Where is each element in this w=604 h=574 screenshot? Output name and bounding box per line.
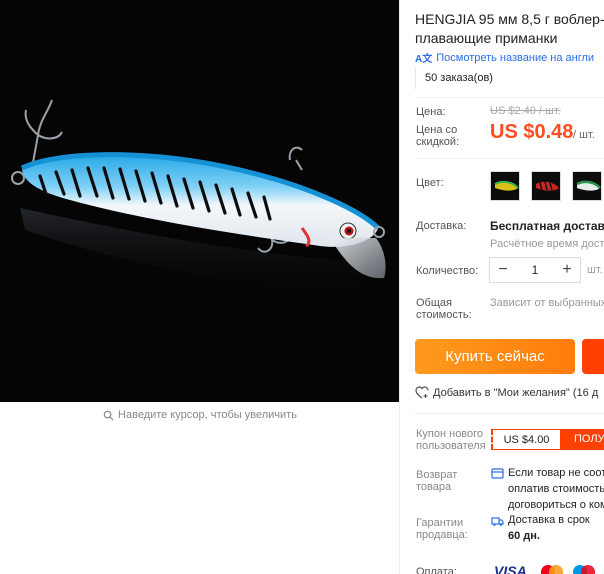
get-coupon-button[interactable]: ПОЛУ: [561, 429, 604, 450]
quantity-label: Количество:: [416, 265, 479, 277]
color-swatch-2[interactable]: [531, 171, 561, 201]
divider: [415, 413, 604, 414]
zoom-hint-text: Наведите курсор, чтобы увеличить: [118, 409, 297, 421]
price-unit: / шт.: [573, 129, 595, 141]
price-label: Цена:: [416, 106, 446, 118]
returns-text-line3: договориться о ком: [508, 499, 604, 511]
return-box-icon: [491, 468, 504, 479]
quantity-decrease-button[interactable]: −: [490, 258, 516, 282]
lure-thumbnail-icon: [573, 172, 601, 200]
returns-text: Если товар не соот оплатив стоимость дог…: [508, 465, 604, 513]
total-label-line1: Общая: [416, 297, 452, 309]
product-title-line2: плавающие приманки: [415, 30, 558, 46]
color-label: Цвет:: [416, 177, 444, 189]
total-value: Зависит от выбранных: [490, 297, 604, 309]
lure-thumbnail-icon: [532, 172, 560, 200]
translate-title-link[interactable]: A文 Посмотреть название на англи: [415, 50, 595, 66]
product-info-panel: HENGJIA 95 мм 8,5 г воблер-ми плавающие …: [400, 0, 604, 574]
product-title: HENGJIA 95 мм 8,5 г воблер-ми плавающие …: [415, 10, 604, 48]
returns-label: Возврат товара: [416, 469, 457, 493]
returns-text-line1: Если товар не соот: [508, 467, 604, 479]
mastercard-icon: [541, 565, 563, 574]
returns-label-line1: Возврат: [416, 469, 458, 481]
translate-link-text: Посмотреть название на англи: [436, 51, 595, 64]
heart-plus-icon: [415, 386, 429, 399]
orders-count: 50 заказа(ов): [415, 67, 604, 89]
divider: [415, 97, 604, 98]
quantity-unit: шт.: [587, 264, 603, 276]
product-main-image[interactable]: [0, 0, 400, 402]
returns-label-line2: товара: [416, 481, 452, 493]
magnifier-icon: [103, 410, 114, 421]
buy-now-button[interactable]: Купить сейчас: [415, 339, 575, 374]
shipping-label: Доставка:: [416, 220, 467, 232]
delivery-truck-icon: [491, 517, 504, 526]
coupon-label-line2: пользователя: [416, 440, 486, 452]
product-title-line1: HENGJIA 95 мм 8,5 г воблер-ми: [415, 11, 604, 27]
zoom-hint: Наведите курсор, чтобы увеличить: [0, 402, 400, 428]
quantity-increase-button[interactable]: +: [554, 258, 580, 282]
divider: [415, 158, 604, 159]
guarantee-days: 60 дн.: [508, 530, 540, 542]
add-to-cart-button[interactable]: [582, 339, 604, 374]
returns-text-line2: оплатив стоимость: [508, 483, 604, 495]
add-to-wishlist-link[interactable]: Добавить в "Мои желания" (16 д: [415, 386, 598, 399]
discount-label-line1: Цена со: [416, 124, 458, 136]
discount-label-line2: скидкой:: [416, 136, 460, 148]
guarantee-label-line1: Гарантии: [416, 517, 464, 529]
color-swatch-3[interactable]: [572, 171, 602, 201]
translate-icon: A文: [415, 54, 433, 65]
total-label-line2: стоимость:: [416, 309, 472, 321]
quantity-input[interactable]: 1: [516, 263, 554, 277]
lure-thumbnail-icon: [491, 172, 519, 200]
fishing-lure-image: [0, 0, 400, 402]
quantity-stepper: − 1 +: [489, 257, 581, 283]
color-swatch-1[interactable]: [490, 171, 520, 201]
guarantee-label: Гарантии продавца:: [416, 517, 468, 541]
maestro-icon: [573, 565, 595, 574]
coupon-amount: US $4.00: [491, 429, 561, 450]
guarantee-text: Доставка в срок: [508, 514, 590, 526]
guarantee-label-line2: продавца:: [416, 529, 468, 541]
shipping-method[interactable]: Бесплатная доставка: [490, 219, 604, 233]
total-label: Общая стоимость:: [416, 297, 472, 321]
coupon-label-line1: Купон нового: [416, 428, 484, 440]
original-price: US $2.40 / шт.: [490, 105, 561, 117]
wishlist-text: Добавить в "Мои желания" (16 д: [433, 386, 599, 399]
discount-price-label: Цена со скидкой:: [416, 124, 459, 148]
payment-label: Оплата:: [416, 566, 457, 574]
visa-logo: VISA: [494, 563, 527, 574]
coupon-label: Купон нового пользователя: [416, 428, 486, 452]
shipping-estimate: Расчётное время доста: [490, 238, 604, 250]
sale-price: US $0.48: [490, 121, 574, 143]
